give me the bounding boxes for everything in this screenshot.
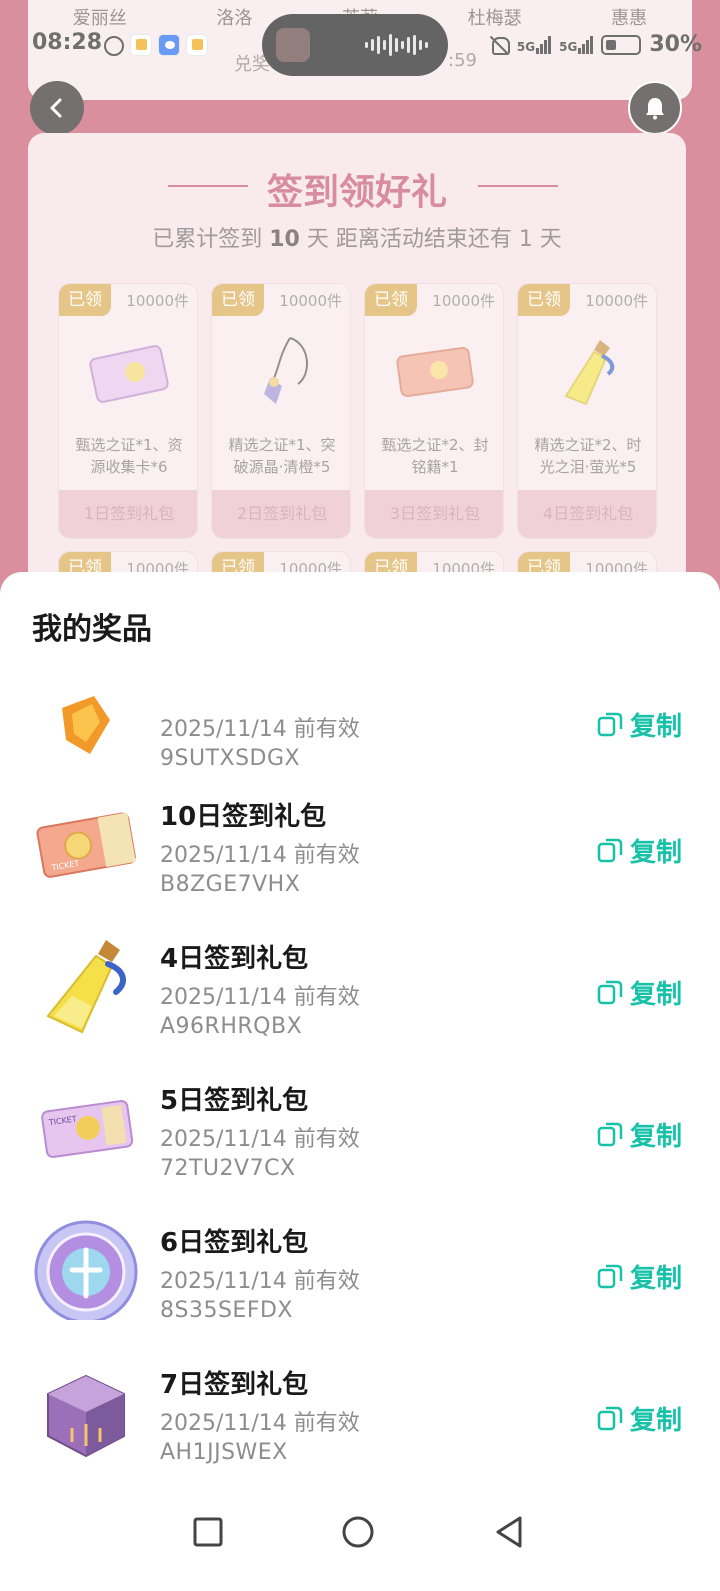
prize-code: AH1JJSWEX — [160, 1440, 288, 1465]
prize-expiry: 2025/11/14 前有效 — [160, 843, 360, 868]
prize-list[interactable]: 2025/11/14 前有效 9SUTXSDGX 复制 TICKET 10日签到… — [0, 680, 720, 1480]
copy-label: 复制 — [630, 711, 683, 742]
back-nav-button[interactable] — [490, 1512, 530, 1552]
copy-button[interactable]: 复制 — [596, 972, 682, 1012]
copy-label: 复制 — [630, 837, 683, 868]
prize-code: A96RHRQBX — [160, 1014, 303, 1039]
my-prizes-sheet: 我的奖品 2025/11/14 前有效 9SUTXSDGX 复制 TICKET … — [0, 572, 720, 1591]
copy-label: 复制 — [630, 979, 683, 1010]
prize-name: 10日签到礼包 — [160, 802, 327, 832]
prize-item: 4日签到礼包 2025/11/14 前有效 A96RHRQBX 复制 — [0, 908, 720, 1050]
prize-expiry: 2025/11/14 前有效 — [160, 1269, 360, 1294]
prize-code: B8ZGE7VHX — [160, 872, 301, 897]
copy-icon — [597, 1406, 623, 1431]
prize-name: 6日签到礼包 — [160, 1228, 309, 1258]
system-nav-bar — [0, 1490, 720, 1591]
prize-item: TICKET 10日签到礼包 2025/11/14 前有效 B8ZGE7VHX … — [0, 766, 720, 908]
copy-button[interactable]: 复制 — [596, 1256, 682, 1296]
prize-name: 4日签到礼包 — [160, 944, 309, 974]
copy-button[interactable]: 复制 — [596, 1398, 682, 1438]
emblem-disc-icon — [34, 1220, 138, 1320]
prize-name: 7日签到礼包 — [160, 1370, 309, 1400]
ticket-card-icon: TICKET — [41, 1100, 134, 1158]
copy-icon — [597, 1264, 623, 1289]
copy-button[interactable]: 复制 — [596, 1114, 682, 1154]
prize-expiry: 2025/11/14 前有效 — [160, 985, 360, 1010]
copy-icon — [597, 1122, 623, 1147]
prize-item: TICKET 5日签到礼包 2025/11/14 前有效 72TU2V7CX 复… — [0, 1050, 720, 1192]
prize-code: 72TU2V7CX — [160, 1156, 296, 1181]
copy-label: 复制 — [630, 1263, 683, 1294]
prize-name: 5日签到礼包 — [160, 1086, 309, 1116]
home-button[interactable] — [338, 1512, 378, 1552]
prize-expiry: 2025/11/14 前有效 — [160, 717, 360, 742]
prize-item: 6日签到礼包 2025/11/14 前有效 8S35SEFDX 复制 — [0, 1192, 720, 1334]
prize-expiry: 2025/11/14 前有效 — [160, 1127, 360, 1152]
sheet-title: 我的奖品 — [32, 612, 152, 647]
copy-icon — [597, 712, 623, 737]
crystal-gem-icon — [62, 696, 110, 754]
copy-button[interactable]: 复制 — [596, 704, 682, 744]
copy-label: 复制 — [630, 1405, 683, 1436]
copy-icon — [597, 980, 623, 1005]
copy-button[interactable]: 复制 — [596, 830, 682, 870]
prize-item: 7日签到礼包 2025/11/14 前有效 AH1JJSWEX 复制 — [0, 1334, 720, 1476]
potion-bottle-icon — [46, 940, 126, 1034]
prize-code: 8S35SEFDX — [160, 1298, 293, 1323]
purple-cube-icon — [47, 1374, 125, 1458]
ticket-card-icon: TICKET — [36, 812, 136, 878]
prize-expiry: 2025/11/14 前有效 — [160, 1411, 360, 1436]
copy-label: 复制 — [630, 1121, 683, 1152]
copy-icon — [597, 838, 623, 863]
recent-apps-button[interactable] — [188, 1512, 228, 1552]
